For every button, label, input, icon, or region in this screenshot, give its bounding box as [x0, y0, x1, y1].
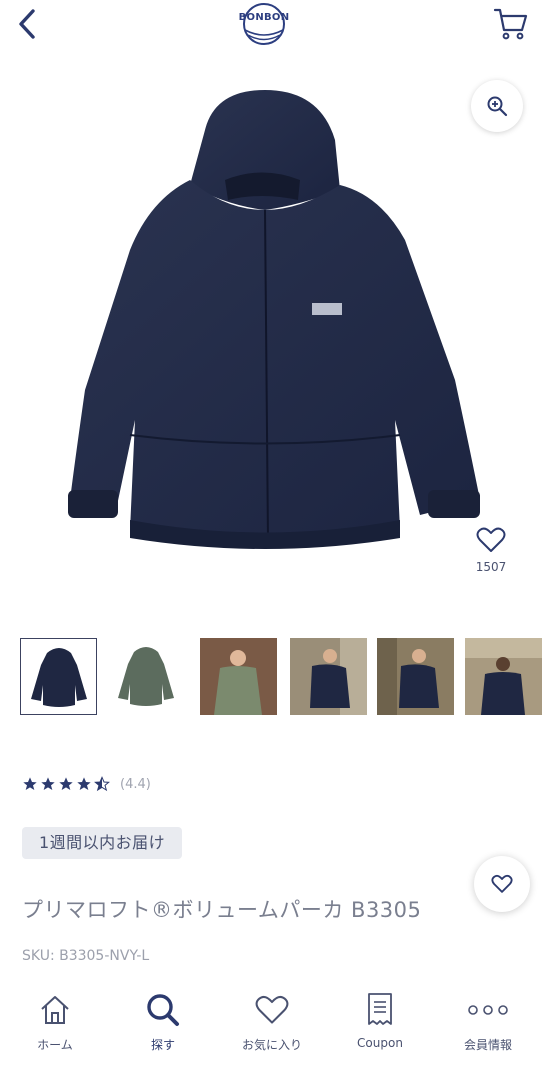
like-count: 1507	[475, 560, 507, 574]
thumbnail-model-side-2[interactable]	[377, 638, 454, 715]
chevron-left-icon	[19, 9, 35, 39]
favorite-button[interactable]	[474, 856, 530, 912]
parka-illustration	[68, 90, 480, 549]
logo-text: BONBON	[238, 12, 290, 23]
star-icon	[77, 777, 91, 790]
rating[interactable]: (4.4)	[22, 776, 151, 792]
thumbnail-image	[21, 639, 96, 714]
bottom-tab-bar: ホーム 探す お気に入り Coupon 会員情報	[0, 980, 545, 1080]
rating-value: (4.4)	[120, 776, 151, 792]
delivery-badge: 1週間以内お届け	[22, 827, 183, 859]
half-star-icon	[94, 776, 110, 792]
thumbnail-image	[200, 638, 277, 715]
thumbnail-model-side-1[interactable]	[290, 638, 367, 715]
tab-label: 会員情報	[463, 1038, 512, 1052]
logo-globe-icon	[243, 3, 285, 45]
search-icon	[147, 994, 179, 1026]
cart-icon	[493, 8, 528, 40]
home-icon	[41, 996, 69, 1024]
product-title: プリマロフト®ボリュームパーカ B3305	[22, 898, 422, 922]
more-icon	[468, 1005, 508, 1015]
thumbnail-image	[108, 638, 185, 715]
star-icon	[23, 777, 37, 790]
heart-icon	[491, 874, 513, 893]
star-icon	[59, 777, 73, 790]
thumbnail-navy-parka[interactable]	[20, 638, 97, 715]
tab-home[interactable]: ホーム	[10, 990, 100, 1060]
thumbnail-image	[377, 638, 454, 715]
tab-coupon[interactable]: Coupon	[335, 990, 425, 1060]
zoom-in-icon	[487, 96, 508, 117]
product-sku: SKU: B3305-NVY-L	[22, 948, 150, 964]
thumbnail-olive-parka[interactable]	[108, 638, 185, 715]
thumbnail-image	[465, 638, 542, 715]
tab-favorites[interactable]: お気に入り	[227, 990, 317, 1060]
tab-member-info[interactable]: 会員情報	[443, 990, 533, 1060]
thumbnail-image	[290, 638, 367, 715]
thumbnail-strip	[20, 638, 542, 730]
brand-logo[interactable]: BONBON	[236, 2, 292, 48]
like-block[interactable]: 1507	[466, 526, 516, 574]
back-button[interactable]	[12, 6, 42, 42]
heart-icon	[255, 995, 289, 1024]
product-main-image[interactable]: 1507	[0, 60, 545, 600]
star-icon	[41, 777, 55, 790]
cart-button[interactable]	[491, 4, 531, 44]
zoom-button[interactable]	[471, 80, 523, 132]
thumbnail-model-front[interactable]	[200, 638, 277, 715]
tab-label: 探す	[150, 1038, 175, 1052]
thumbnail-model-back[interactable]	[465, 638, 542, 715]
tab-search[interactable]: 探す	[118, 990, 208, 1060]
heart-icon	[476, 527, 506, 552]
coupon-icon	[368, 993, 392, 1025]
tab-label: お気に入り	[241, 1038, 302, 1052]
star-rating	[22, 776, 110, 792]
tab-label: Coupon	[357, 1036, 403, 1050]
tab-label: ホーム	[37, 1038, 73, 1052]
app-header: BONBON	[0, 0, 545, 50]
